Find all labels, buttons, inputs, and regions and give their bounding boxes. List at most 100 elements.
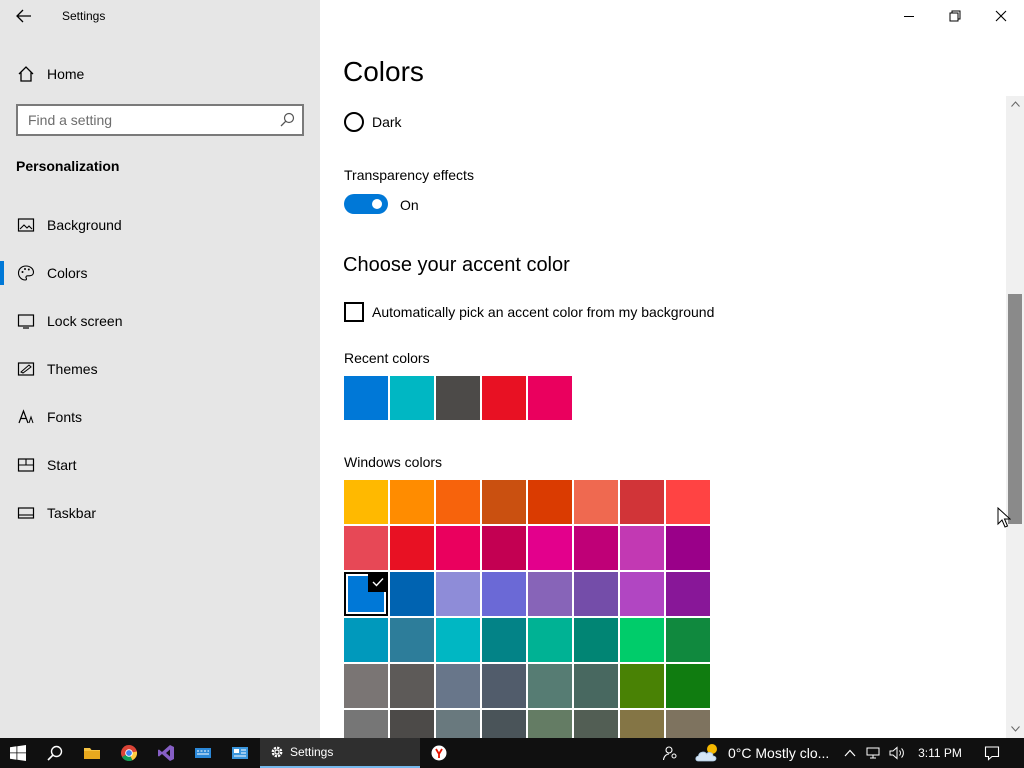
visual-studio-button[interactable] — [148, 738, 184, 768]
search-taskbar-button[interactable] — [37, 738, 73, 768]
color-swatch[interactable] — [436, 376, 480, 420]
color-swatch[interactable] — [344, 376, 388, 420]
color-swatch[interactable] — [482, 376, 526, 420]
sidebar-item-start[interactable]: Start — [0, 443, 320, 487]
color-swatch[interactable] — [436, 664, 480, 708]
color-swatch[interactable] — [390, 376, 434, 420]
search-box[interactable] — [16, 104, 304, 136]
color-swatch[interactable] — [482, 710, 526, 738]
settings-taskbar-button[interactable]: Settings — [260, 738, 420, 768]
color-swatch[interactable] — [528, 710, 572, 738]
color-swatch[interactable] — [528, 572, 572, 616]
color-swatch[interactable] — [666, 526, 710, 570]
color-swatch[interactable] — [344, 664, 388, 708]
people-button[interactable] — [656, 738, 684, 768]
color-swatch[interactable] — [482, 526, 526, 570]
color-swatch[interactable] — [482, 664, 526, 708]
transparency-state: On — [400, 197, 419, 213]
scroll-thumb[interactable] — [1008, 294, 1022, 524]
sidebar-item-fonts[interactable]: Fonts — [0, 395, 320, 439]
color-swatch[interactable] — [390, 710, 434, 738]
color-swatch[interactable] — [574, 710, 618, 738]
color-swatch[interactable] — [666, 710, 710, 738]
yandex-browser-button[interactable] — [421, 738, 457, 768]
color-swatch[interactable] — [390, 480, 434, 524]
color-swatch[interactable] — [528, 664, 572, 708]
color-swatch[interactable] — [620, 526, 664, 570]
color-swatch[interactable] — [528, 376, 572, 420]
clock[interactable]: 3:11 PM — [912, 738, 968, 768]
dark-radio[interactable] — [344, 112, 364, 132]
sidebar-item-colors[interactable]: Colors — [0, 251, 320, 295]
color-swatch[interactable] — [528, 526, 572, 570]
color-swatch[interactable] — [482, 480, 526, 524]
color-swatch[interactable] — [344, 526, 388, 570]
color-swatch[interactable] — [666, 480, 710, 524]
transparency-toggle[interactable] — [344, 194, 388, 214]
color-swatch[interactable] — [666, 664, 710, 708]
color-swatch[interactable] — [528, 480, 572, 524]
color-swatch[interactable] — [390, 526, 434, 570]
color-swatch[interactable] — [344, 710, 388, 738]
back-button[interactable] — [10, 4, 38, 28]
recent-colors-label: Recent colors — [344, 350, 430, 366]
color-swatch[interactable] — [574, 572, 618, 616]
sidebar-item-background[interactable]: Background — [0, 203, 320, 247]
speaker-icon — [889, 746, 904, 760]
color-swatch[interactable] — [482, 572, 526, 616]
scrollbar[interactable] — [1006, 96, 1024, 738]
page-title: Colors — [343, 56, 424, 87]
color-swatch[interactable] — [620, 572, 664, 616]
network-button[interactable] — [862, 738, 884, 768]
color-swatch[interactable] — [574, 618, 618, 662]
color-swatch[interactable] — [528, 618, 572, 662]
color-swatch[interactable] — [390, 572, 434, 616]
dark-radio-label: Dark — [372, 114, 402, 130]
color-swatch[interactable] — [436, 572, 480, 616]
color-swatch[interactable] — [344, 618, 388, 662]
color-swatch[interactable] — [666, 618, 710, 662]
color-swatch[interactable] — [436, 526, 480, 570]
home-nav-item[interactable]: Home — [0, 56, 320, 92]
color-swatch[interactable] — [574, 480, 618, 524]
start-icon — [17, 458, 35, 472]
color-swatch[interactable] — [344, 480, 388, 524]
scroll-down-button[interactable] — [1010, 724, 1020, 734]
color-swatch[interactable] — [390, 664, 434, 708]
control-panel-button[interactable] — [222, 738, 258, 768]
color-swatch[interactable] — [390, 618, 434, 662]
weather-widget[interactable]: 0°C Mostly clo... — [694, 738, 840, 768]
chevron-up-icon — [844, 749, 856, 757]
windows-logo-icon — [10, 745, 26, 761]
color-swatch[interactable] — [574, 526, 618, 570]
keyboard-app-button[interactable] — [185, 738, 221, 768]
show-hidden-icons-button[interactable] — [840, 738, 860, 768]
color-swatch[interactable] — [574, 664, 618, 708]
auto-pick-checkbox[interactable] — [344, 302, 364, 322]
start-button[interactable] — [0, 738, 36, 768]
network-icon — [866, 747, 880, 759]
color-swatch[interactable] — [436, 618, 480, 662]
color-swatch[interactable] — [436, 710, 480, 738]
chrome-button[interactable] — [111, 738, 147, 768]
color-swatch[interactable] — [620, 480, 664, 524]
color-swatch[interactable] — [620, 710, 664, 738]
color-swatch[interactable] — [344, 572, 388, 616]
color-swatch[interactable] — [620, 618, 664, 662]
color-swatch[interactable] — [620, 664, 664, 708]
section-heading: Personalization — [16, 158, 120, 174]
sidebar-item-label: Themes — [47, 361, 98, 377]
search-input[interactable] — [18, 106, 268, 134]
color-swatch[interactable] — [436, 480, 480, 524]
volume-button[interactable] — [886, 738, 908, 768]
sidebar-item-themes[interactable]: Themes — [0, 347, 320, 391]
sidebar-item-lock-screen[interactable]: Lock screen — [0, 299, 320, 343]
color-swatch[interactable] — [482, 618, 526, 662]
sidebar-item-taskbar[interactable]: Taskbar — [0, 491, 320, 535]
color-swatch[interactable] — [666, 572, 710, 616]
file-explorer-button[interactable] — [74, 738, 110, 768]
themes-icon — [17, 362, 35, 376]
search-icon[interactable] — [280, 112, 295, 127]
scroll-up-button[interactable] — [1010, 99, 1020, 109]
action-center-button[interactable] — [978, 738, 1006, 768]
